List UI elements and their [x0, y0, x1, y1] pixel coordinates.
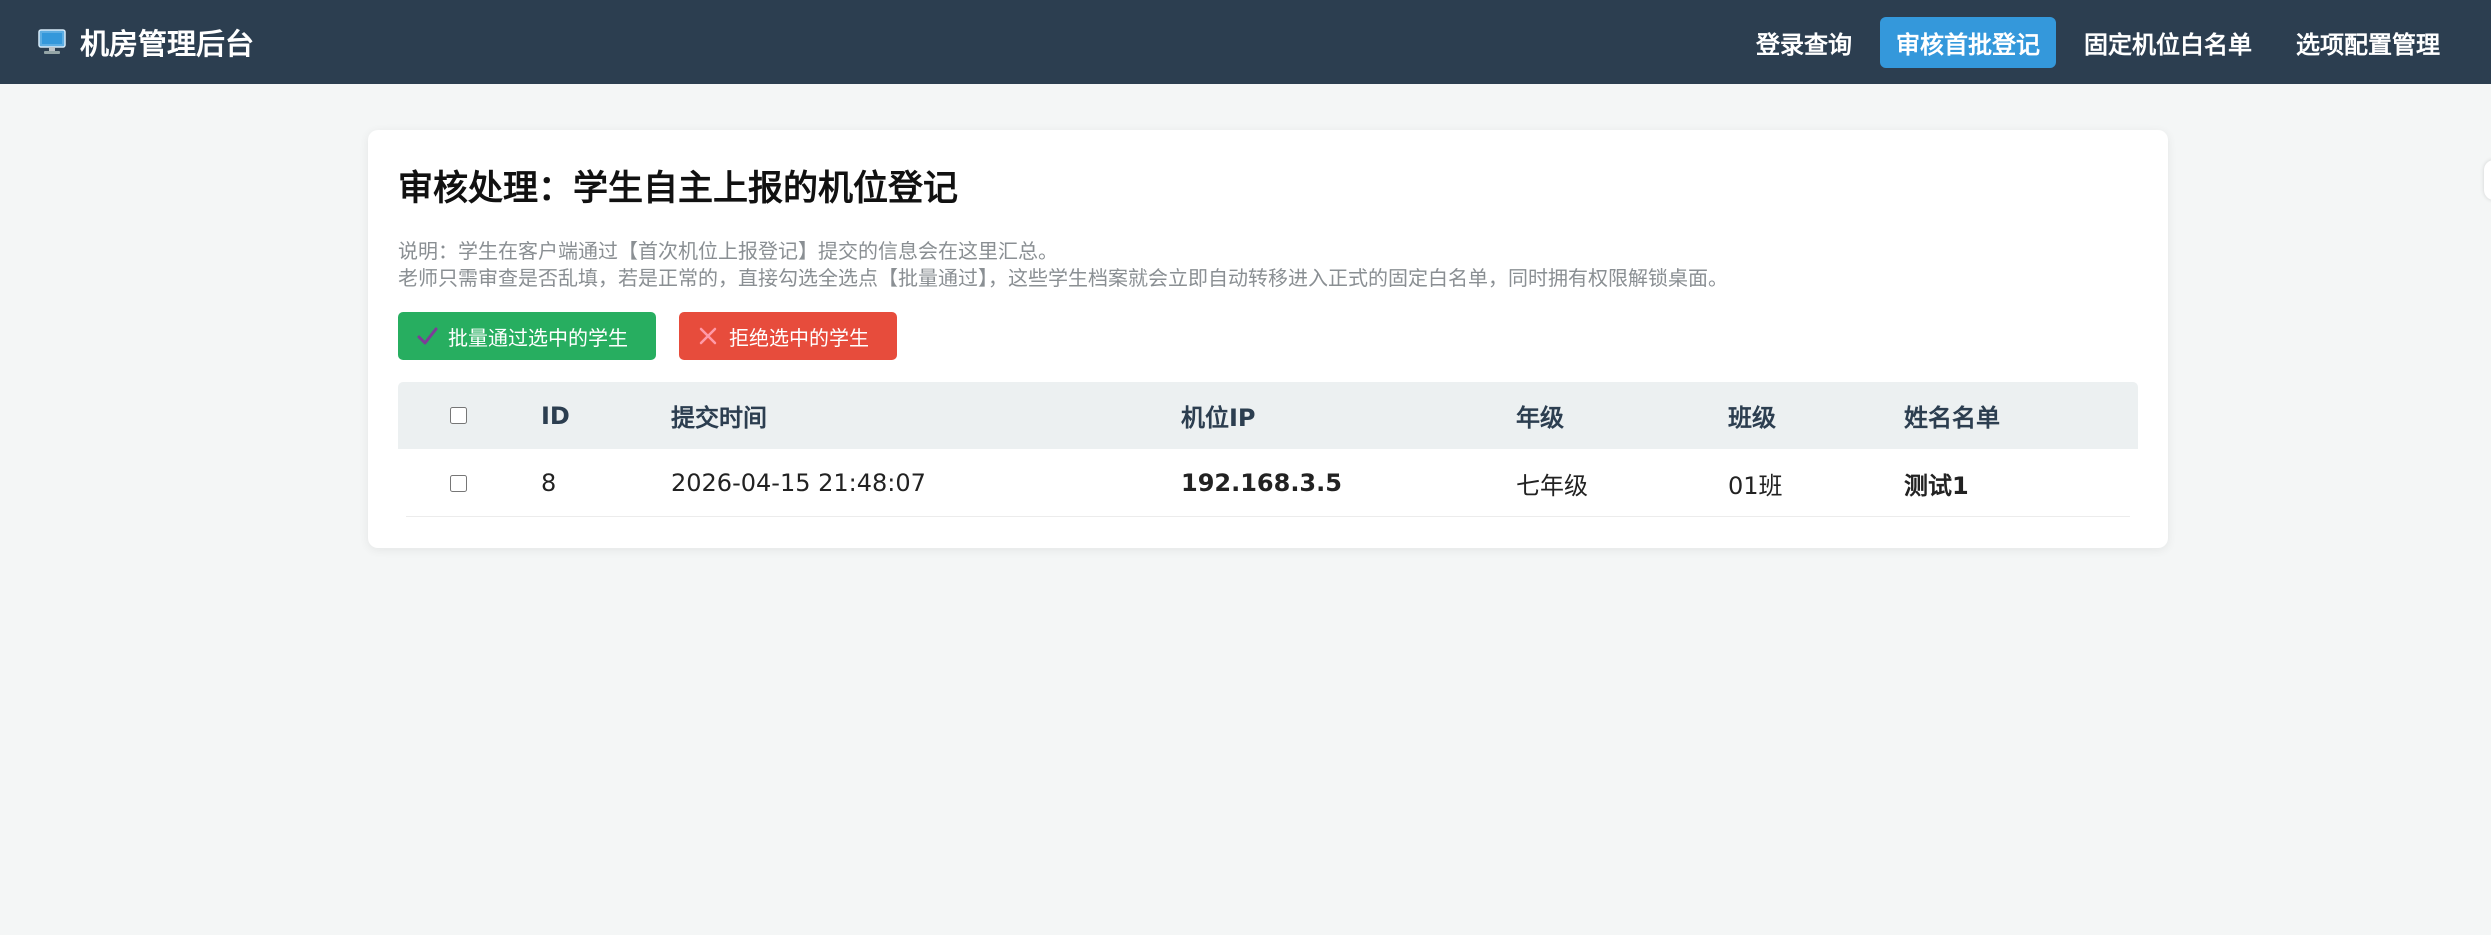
page-title: 审核处理：学生自主上报的机位登记: [398, 169, 959, 209]
row-grade: 七年级: [1516, 471, 1588, 500]
select-all-checkbox[interactable]: [450, 407, 467, 424]
header-grade: 年级: [1516, 404, 1564, 432]
batch-approve-button[interactable]: 批量通过选中的学生: [398, 312, 656, 360]
row-class: 01班: [1728, 471, 1783, 500]
description-line-1: 说明：学生在客户端通过【首次机位上报登记】提交的信息会在这里汇总。: [398, 239, 1058, 263]
side-scroll-handle[interactable]: [2484, 160, 2491, 200]
check-icon: [417, 327, 438, 345]
reject-selected-button[interactable]: 拒绝选中的学生: [679, 312, 897, 360]
row-name: 测试1: [1904, 471, 1969, 500]
row-submit-time: 2026-04-15 21:48:07: [671, 469, 926, 497]
batch-approve-label: 批量通过选中的学生: [448, 325, 628, 350]
brand-title: 机房管理后台: [80, 27, 255, 61]
nav-link-review-first-registration[interactable]: 审核首批登记: [1880, 16, 2056, 68]
header-ip: 机位IP: [1181, 404, 1256, 432]
row-id: 8: [541, 469, 557, 497]
brand: 机房管理后台: [38, 0, 254, 84]
nav-link-login-query[interactable]: 登录查询: [1740, 17, 1868, 68]
cross-icon: [699, 327, 717, 345]
header-submit-time: 提交时间: [671, 404, 767, 432]
row-ip: 192.168.3.5: [1181, 469, 1342, 497]
table-header: ID 提交时间 机位IP 年级 班级 姓名名单: [398, 382, 2138, 449]
nav-link-options-config[interactable]: 选项配置管理: [2280, 17, 2456, 68]
row-checkbox[interactable]: [450, 474, 467, 492]
header-checkbox-cell: [450, 382, 467, 449]
monitor-icon: [38, 29, 66, 54]
nav-link-fixed-whitelist[interactable]: 固定机位白名单: [2068, 17, 2268, 68]
nav-links: 登录查询 审核首批登记 固定机位白名单 选项配置管理: [1740, 0, 2468, 84]
header-class: 班级: [1728, 404, 1776, 432]
top-navbar: 机房管理后台 登录查询 审核首批登记 固定机位白名单 选项配置管理: [0, 0, 2491, 84]
row-divider: [406, 516, 2130, 517]
table-row: 8 2026-04-15 21:48:07 192.168.3.5 七年级 01…: [398, 449, 2138, 517]
row-checkbox-cell: [450, 449, 467, 517]
reject-selected-label: 拒绝选中的学生: [729, 325, 869, 350]
header-name-list: 姓名名单: [1904, 404, 2000, 432]
description-line-2: 老师只需审查是否乱填，若是正常的，直接勾选全选点【批量通过】，这些学生档案就会立…: [398, 266, 1728, 290]
review-card: 审核处理：学生自主上报的机位登记 说明：学生在客户端通过【首次机位上报登记】提交…: [368, 130, 2168, 548]
description: 说明：学生在客户端通过【首次机位上报登记】提交的信息会在这里汇总。 老师只需审查…: [398, 238, 1728, 292]
header-id: ID: [541, 401, 570, 430]
